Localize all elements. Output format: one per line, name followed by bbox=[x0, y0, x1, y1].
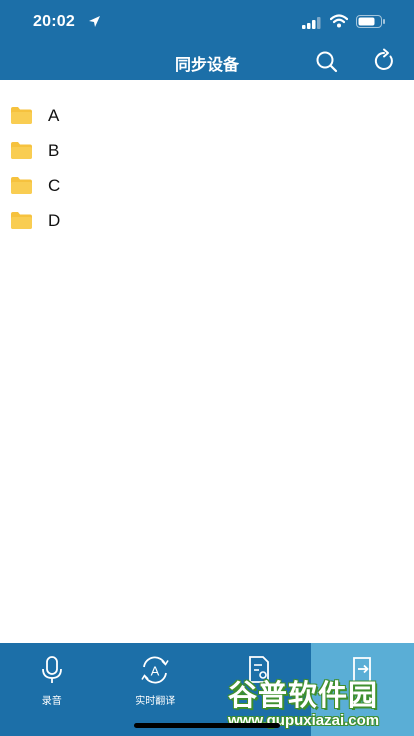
cellular-signal-icon bbox=[302, 16, 322, 34]
folder-row-d[interactable]: D bbox=[0, 203, 414, 238]
status-bar: 20:02 bbox=[0, 0, 414, 44]
tab-recording[interactable]: 录音 bbox=[0, 643, 104, 736]
folder-label: D bbox=[48, 211, 61, 230]
folder-icon bbox=[11, 177, 32, 194]
tab-label: 录音 bbox=[41, 696, 62, 707]
microphone-icon bbox=[41, 656, 62, 683]
home-indicator bbox=[134, 723, 280, 728]
folder-row-b[interactable]: B bbox=[0, 133, 414, 168]
status-time: 20:02 bbox=[33, 13, 75, 30]
page-title: 同步设备 bbox=[174, 57, 239, 74]
navigation-bar: 同步设备 bbox=[0, 44, 414, 80]
folder-icon bbox=[11, 212, 32, 229]
folder-row-c[interactable]: C bbox=[0, 168, 414, 203]
folder-icon bbox=[11, 142, 32, 159]
refresh-icon[interactable] bbox=[371, 48, 397, 74]
folder-row-a[interactable]: A bbox=[0, 98, 414, 133]
folder-label: A bbox=[48, 106, 60, 125]
wifi-icon bbox=[329, 14, 349, 33]
search-icon[interactable] bbox=[314, 49, 340, 75]
folder-label: B bbox=[48, 141, 60, 160]
folder-icon bbox=[11, 107, 32, 124]
translate-icon: A bbox=[141, 656, 169, 684]
folder-list: A B C D bbox=[0, 80, 414, 238]
svg-text:A: A bbox=[151, 664, 160, 679]
top-bar: 20:02 同步设备 bbox=[0, 0, 414, 80]
watermark-title: 谷普软件园 bbox=[228, 680, 379, 712]
battery-icon bbox=[356, 15, 386, 33]
location-arrow-icon bbox=[88, 15, 101, 33]
folder-label: C bbox=[48, 176, 61, 195]
tab-label: 实时翻译 bbox=[135, 696, 176, 707]
